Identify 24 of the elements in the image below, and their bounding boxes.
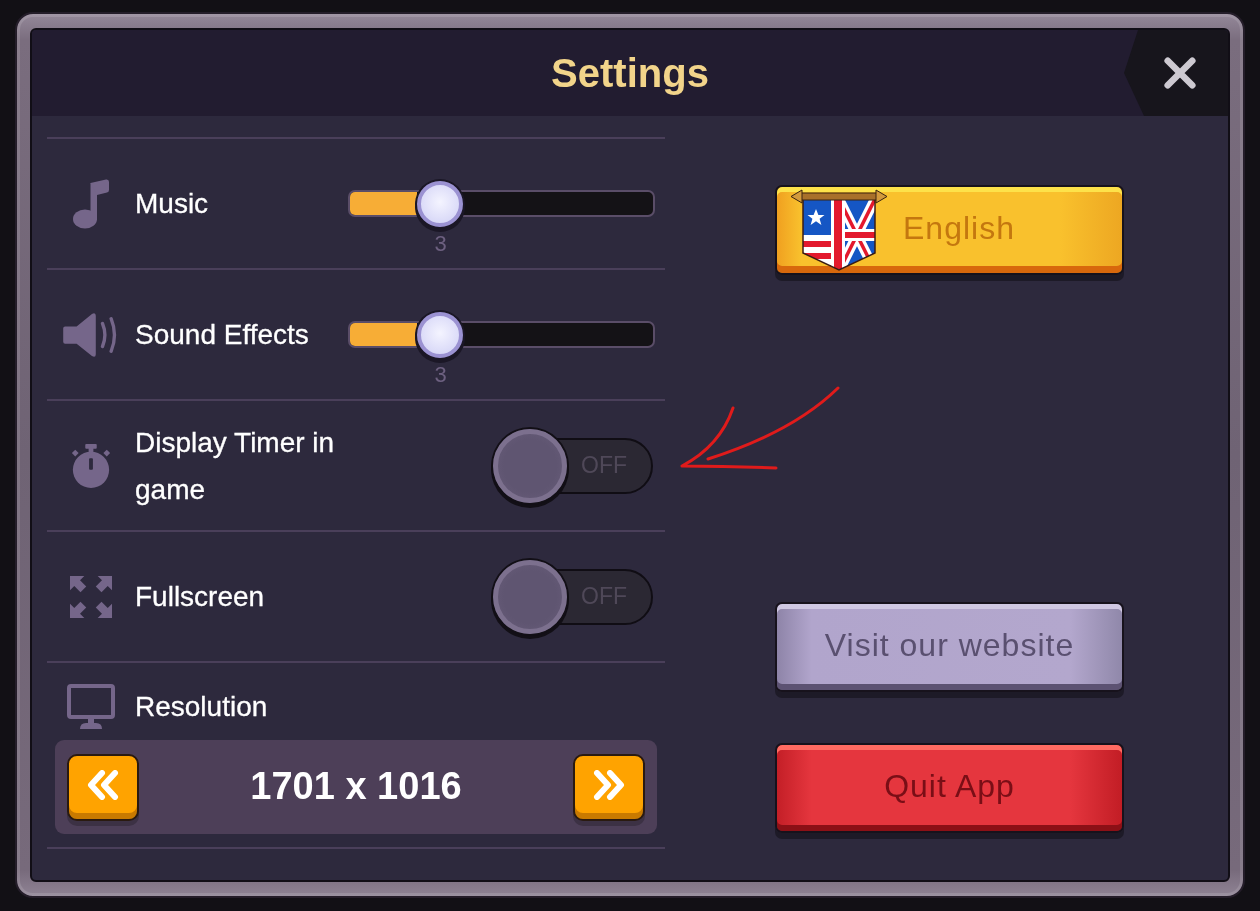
previous-button[interactable] [67,753,139,821]
setting-label: Fullscreen [135,580,265,614]
double-chevron-right-icon [592,769,626,800]
next-button[interactable] [573,753,645,821]
speaker-icon [63,311,119,358]
close-button[interactable] [1124,30,1228,116]
music-note-icon [73,178,109,229]
link-button[interactable]: Visit our website [775,602,1124,692]
double-chevron-left-icon [86,769,120,800]
stopwatch-icon [70,442,112,489]
expand-arrows-icon [70,575,112,618]
flag-banner-icon [789,186,889,271]
slider-value: 3 [434,231,447,257]
setting-label: Resolution [135,690,268,724]
setting-label: Display Timer in game [135,425,336,507]
language-button[interactable]: English [775,185,1124,275]
close-icon [1163,56,1197,90]
slider-value: 3 [434,362,447,388]
setting-label: Sound Effects [135,318,310,352]
dialog-title: Settings [551,51,709,95]
resolution-value: 1701 x 1016 [250,765,462,808]
quit-button[interactable]: Quit App [775,743,1124,833]
setting-label: Music [135,187,210,221]
monitor-icon [67,683,115,730]
